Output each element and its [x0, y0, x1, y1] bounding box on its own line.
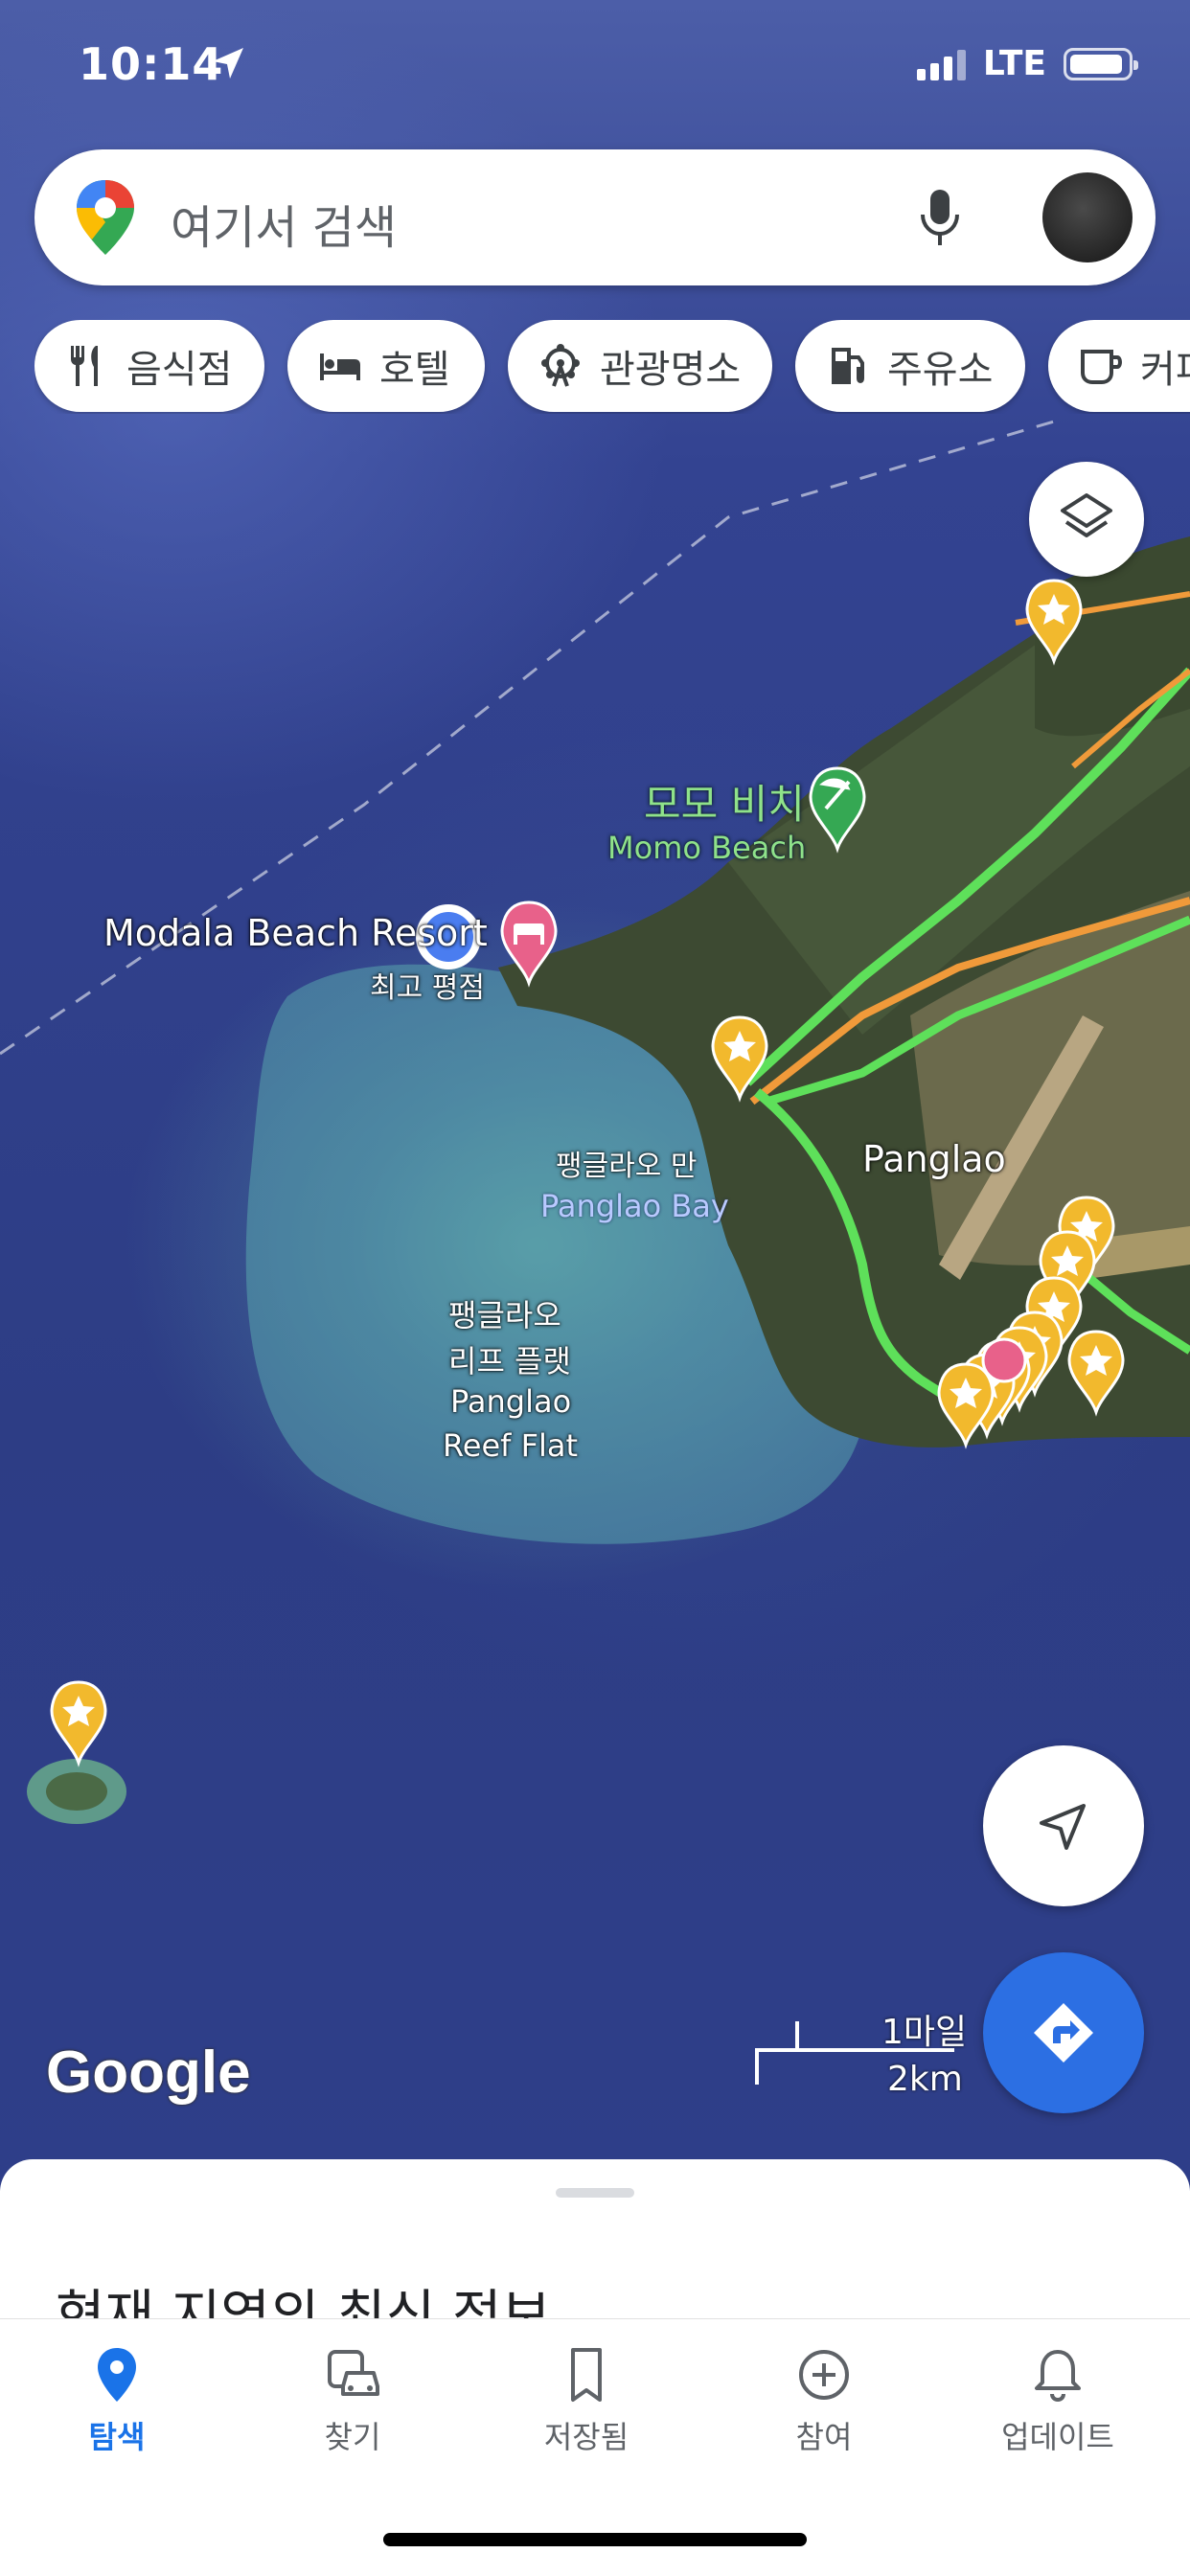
chip-restaurants[interactable]: 음식점: [34, 320, 264, 412]
status-right: LTE: [916, 44, 1138, 83]
label-momo-beach-en[interactable]: Momo Beach: [607, 830, 806, 866]
nav-contribute[interactable]: 참여: [738, 2344, 910, 2457]
google-maps-pin-icon: [77, 180, 134, 255]
label-momo-beach-ko[interactable]: 모모 비치: [644, 772, 805, 831]
search-bar[interactable]: 여기서 검색: [34, 149, 1156, 285]
nav-label: 찾기: [324, 2419, 381, 2455]
mic-icon[interactable]: [916, 186, 964, 249]
label-modala-rating: 최고 평점: [370, 971, 485, 1005]
label-bay-ko: 팽글라오 만: [556, 1150, 698, 1183]
label-reef-en-1: Panglao: [450, 1383, 572, 1420]
beach-pin[interactable]: [809, 766, 866, 854]
coffee-cup-icon: [1081, 350, 1122, 384]
label-reef-en-2: Reef Flat: [443, 1427, 579, 1464]
search-input[interactable]: 여기서 검색: [171, 190, 397, 257]
chip-label: 커피: [1140, 348, 1190, 392]
chip-attractions[interactable]: 관광명소: [508, 320, 772, 412]
gas-pump-icon: [832, 348, 864, 384]
nav-saved[interactable]: 저장됨: [500, 2344, 673, 2457]
chip-gas-stations[interactable]: 주유소: [795, 320, 1025, 412]
location-arrow-icon: [213, 48, 243, 79]
label-reef-ko-1: 팽글라오: [448, 1297, 561, 1334]
star-pin[interactable]: [50, 1680, 107, 1765]
fork-knife-icon: [71, 346, 98, 386]
chip-label: 음식점: [126, 348, 233, 392]
explore-pin-icon: [98, 2348, 136, 2402]
scale-imperial: 1마일: [881, 2013, 968, 2052]
navigation-arrow-icon: [1040, 1804, 1086, 1850]
signal-icon: [916, 48, 966, 80]
status-bar: 10:14 LTE: [0, 0, 1190, 134]
star-pin[interactable]: [1067, 1330, 1125, 1414]
sheet-drag-handle[interactable]: [556, 2188, 634, 2198]
chip-label: 호텔: [379, 348, 450, 392]
nav-label: 참여: [795, 2419, 853, 2455]
nav-label: 업데이트: [1001, 2419, 1114, 2455]
layers-icon: [1061, 493, 1112, 537]
layers-button[interactable]: [1029, 462, 1144, 577]
plus-circle-icon: [799, 2350, 849, 2400]
nav-label: 탐색: [88, 2419, 146, 2455]
star-pin[interactable]: [1025, 579, 1083, 663]
bell-icon: [1035, 2350, 1081, 2403]
chip-hotels[interactable]: 호텔: [287, 320, 485, 412]
nav-explore[interactable]: 탐색: [31, 2344, 203, 2457]
chip-label: 관광명소: [600, 348, 742, 392]
label-modala-resort[interactable]: Modala Beach Resort: [103, 912, 488, 954]
google-logo: Google: [46, 2040, 251, 2106]
hotel-pin[interactable]: [500, 900, 558, 988]
chip-coffee[interactable]: 커피: [1048, 320, 1190, 412]
label-reef-ko-2: 리프 플랫: [448, 1343, 571, 1379]
car-bus-icon: [328, 2350, 379, 2396]
nav-label: 저장됨: [543, 2419, 629, 2455]
nav-go[interactable]: 찾기: [266, 2344, 439, 2457]
label-bay-en: Panglao Bay: [540, 1188, 729, 1224]
directions-icon: [1034, 2003, 1093, 2063]
chip-label: 주유소: [887, 348, 994, 392]
battery-icon: [1064, 47, 1138, 80]
status-time: 10:14: [79, 38, 224, 90]
scale-metric: 2km: [887, 2060, 963, 2099]
home-indicator: [383, 2533, 807, 2546]
directions-button[interactable]: [983, 1952, 1144, 2113]
bottom-sheet[interactable]: 현재 지역의 최신 정보: [0, 2159, 1190, 2332]
place-pin-pink: [981, 1337, 1027, 1383]
star-pin[interactable]: [711, 1015, 768, 1100]
label-town-panglao[interactable]: Panglao: [862, 1138, 1006, 1180]
network-type: LTE: [982, 44, 1046, 83]
bookmark-icon: [571, 2348, 602, 2402]
avatar[interactable]: [1042, 172, 1133, 262]
category-chips: 음식점 호텔 관광명소 주유소 커피: [34, 320, 1190, 414]
nav-updates[interactable]: 업데이트: [972, 2344, 1144, 2457]
bed-icon: [320, 353, 360, 380]
ferris-wheel-icon: [541, 344, 580, 387]
my-location-button[interactable]: [983, 1745, 1144, 1906]
